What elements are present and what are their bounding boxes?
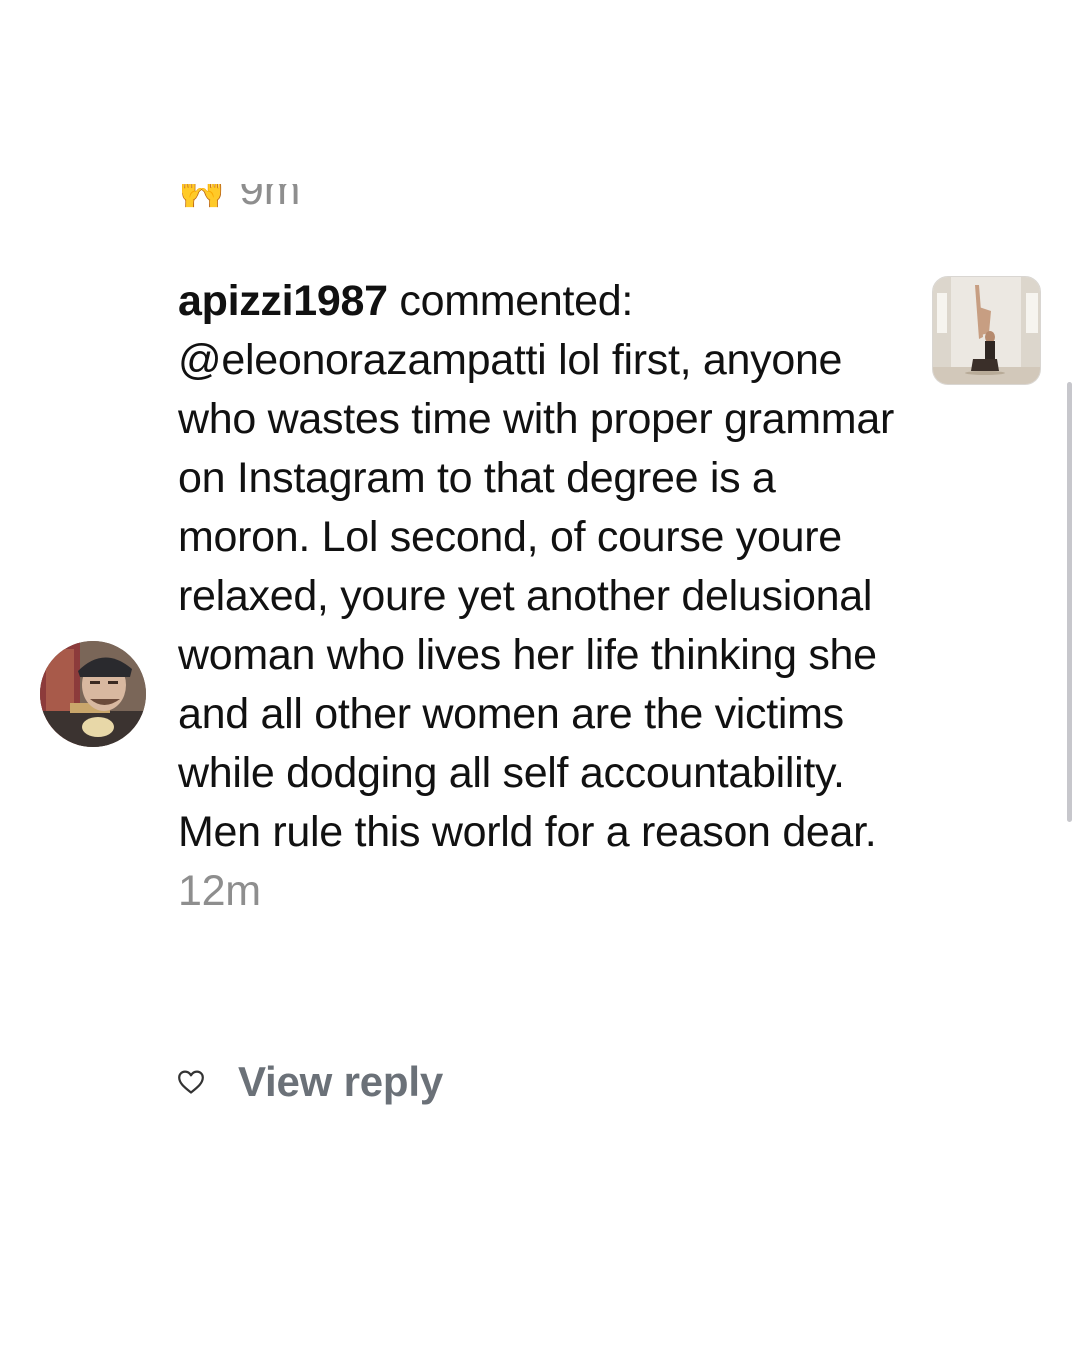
heart-outline-icon[interactable] xyxy=(176,1067,206,1097)
comment-body: apizzi1987 commented: @eleonorazampatti … xyxy=(178,272,908,921)
avatar-photo xyxy=(40,641,146,747)
post-thumbnail-image xyxy=(933,277,1040,384)
commenter-avatar[interactable] xyxy=(40,641,146,747)
raising-hands-emoji: 🙌 xyxy=(178,184,226,211)
comment-actions: View reply xyxy=(176,1058,443,1106)
view-reply-button[interactable]: View reply xyxy=(238,1058,443,1106)
comment-text: @eleonorazampatti lol first, anyone who … xyxy=(178,336,894,856)
comment-action-text: commented: xyxy=(399,277,633,325)
comment-timestamp: 12m xyxy=(178,867,261,915)
scrollbar[interactable] xyxy=(1067,382,1072,822)
previous-comment-time: 9m xyxy=(239,184,301,214)
post-thumbnail[interactable] xyxy=(932,276,1041,385)
previous-comment-footer: 🙌 9m xyxy=(178,184,478,236)
comment-username[interactable]: apizzi1987 xyxy=(178,277,388,325)
